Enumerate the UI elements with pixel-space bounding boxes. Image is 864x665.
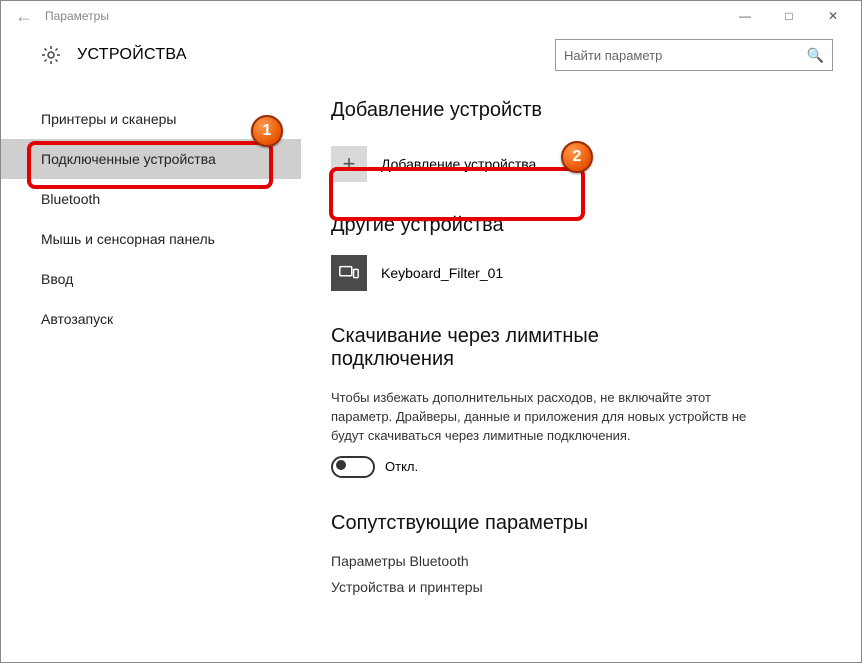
- window-controls: — □ ✕: [723, 2, 855, 30]
- add-devices-heading: Добавление устройств: [331, 99, 831, 122]
- sidebar-item-bluetooth[interactable]: Bluetooth: [1, 179, 301, 219]
- back-button[interactable]: ←: [7, 6, 41, 27]
- window-title: Параметры: [41, 9, 723, 23]
- search-input[interactable]: Найти параметр 🔍: [555, 39, 833, 71]
- minimize-button[interactable]: —: [723, 2, 767, 30]
- link-bluetooth-settings[interactable]: Параметры Bluetooth: [331, 553, 831, 569]
- page-title: УСТРОЙСТВА: [77, 46, 555, 64]
- body: Принтеры и сканеры Подключенные устройст…: [1, 79, 861, 662]
- device-item[interactable]: Keyboard_Filter_01: [331, 255, 831, 291]
- gear-icon: [41, 45, 61, 65]
- sidebar: Принтеры и сканеры Подключенные устройст…: [1, 79, 301, 662]
- metered-toggle-row: Откл.: [331, 456, 831, 478]
- device-icon: [331, 255, 367, 291]
- other-devices-heading: Другие устройства: [331, 214, 831, 237]
- link-devices-printers[interactable]: Устройства и принтеры: [331, 579, 831, 595]
- maximize-button[interactable]: □: [767, 2, 811, 30]
- sidebar-item-mouse[interactable]: Мышь и сенсорная панель: [1, 219, 301, 259]
- titlebar: ← Параметры — □ ✕: [1, 1, 861, 31]
- add-device-button[interactable]: + Добавление устройства: [331, 140, 831, 188]
- search-placeholder: Найти параметр: [564, 48, 807, 63]
- sidebar-item-input[interactable]: Ввод: [1, 259, 301, 299]
- toggle-label: Откл.: [385, 459, 418, 474]
- toggle-knob: [336, 460, 346, 470]
- search-icon: 🔍: [807, 47, 824, 64]
- device-name: Keyboard_Filter_01: [381, 265, 503, 281]
- settings-window: ← Параметры — □ ✕ УСТРОЙСТВА Найти парам…: [0, 0, 862, 663]
- header: УСТРОЙСТВА Найти параметр 🔍: [1, 31, 861, 79]
- related-heading: Сопутствующие параметры: [331, 512, 831, 535]
- close-button[interactable]: ✕: [811, 2, 855, 30]
- content: Добавление устройств + Добавление устрой…: [301, 79, 861, 662]
- add-device-label: Добавление устройства: [381, 156, 536, 172]
- sidebar-item-autoplay[interactable]: Автозапуск: [1, 299, 301, 339]
- sidebar-item-printers[interactable]: Принтеры и сканеры: [1, 99, 301, 139]
- plus-icon: +: [331, 146, 367, 182]
- metered-description: Чтобы избежать дополнительных расходов, …: [331, 389, 771, 446]
- metered-toggle[interactable]: [331, 456, 375, 478]
- sidebar-item-connected-devices[interactable]: Подключенные устройства: [1, 139, 301, 179]
- metered-heading: Скачивание через лимитные подключения: [331, 325, 711, 371]
